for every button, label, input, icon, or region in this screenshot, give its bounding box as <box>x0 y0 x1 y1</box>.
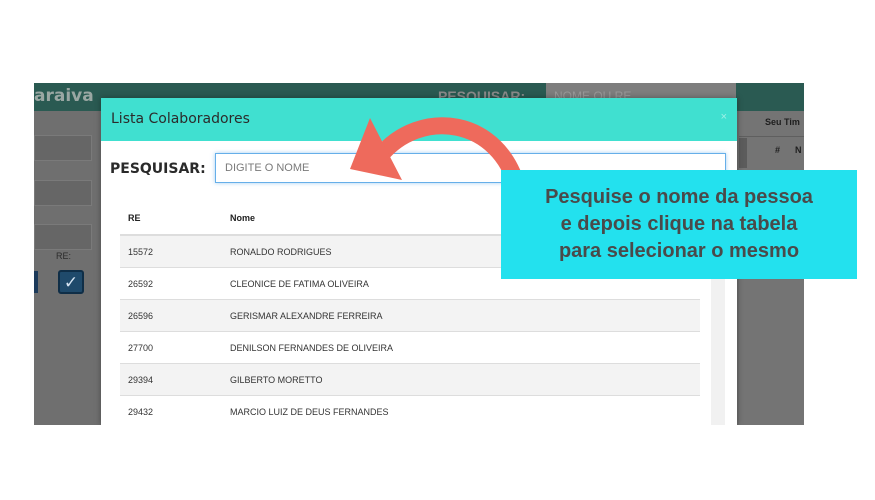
background-brand: araiva <box>34 86 94 106</box>
search-label: PESQUISAR: <box>110 161 206 177</box>
row-re: 29432 <box>128 406 154 417</box>
background-re-label: RE: <box>56 251 72 261</box>
instruction-line: e depois clique na tabela <box>560 213 798 235</box>
background-field[interactable] <box>34 224 92 250</box>
background-checkbox-edge <box>34 271 38 293</box>
table-row[interactable]: 27700 DENILSON FERNANDES DE OLIVEIRA <box>120 332 700 364</box>
row-re: 26592 <box>128 278 154 289</box>
row-name: CLEONICE DE FATIMA OLIVEIRA <box>230 278 369 289</box>
background-right-bar <box>739 138 747 168</box>
background-checkbox[interactable]: ✓ <box>58 270 84 294</box>
curved-arrow-icon <box>350 117 525 199</box>
column-header-re: RE <box>128 213 141 223</box>
background-field[interactable] <box>34 135 92 161</box>
row-name: GERISMAR ALEXANDRE FERREIRA <box>230 310 383 321</box>
modal-title: Lista Colaboradores <box>111 111 250 127</box>
row-re: 15572 <box>128 246 154 257</box>
background-right-divider <box>739 136 804 137</box>
row-name: DENILSON FERNANDES DE OLIVEIRA <box>230 342 394 353</box>
instruction-line: para selecionar o mesmo <box>558 240 800 262</box>
background-right-column-hash: # <box>775 145 781 155</box>
row-re: 26596 <box>128 310 154 321</box>
table-row[interactable]: 29394 GILBERTO MORETTO <box>120 364 700 396</box>
row-re: 29394 <box>128 374 154 385</box>
row-re: 27700 <box>128 342 154 353</box>
background-field[interactable] <box>34 180 92 206</box>
background-right-label: Seu Tim <box>765 117 800 127</box>
table-row[interactable]: 29432 MARCIO LUIZ DE DEUS FERNANDES <box>120 396 700 425</box>
instruction-line: Pesquise o nome da pessoa <box>545 186 813 208</box>
table-row[interactable]: 26596 GERISMAR ALEXANDRE FERREIRA <box>120 300 700 332</box>
instruction-callout: Pesquise o nome da pessoa e depois cliqu… <box>501 170 857 279</box>
background-right-column-n: N <box>795 145 802 155</box>
row-name: MARCIO LUIZ DE DEUS FERNANDES <box>230 406 389 417</box>
row-name: GILBERTO MORETTO <box>230 374 323 385</box>
close-icon[interactable]: × <box>721 111 727 123</box>
